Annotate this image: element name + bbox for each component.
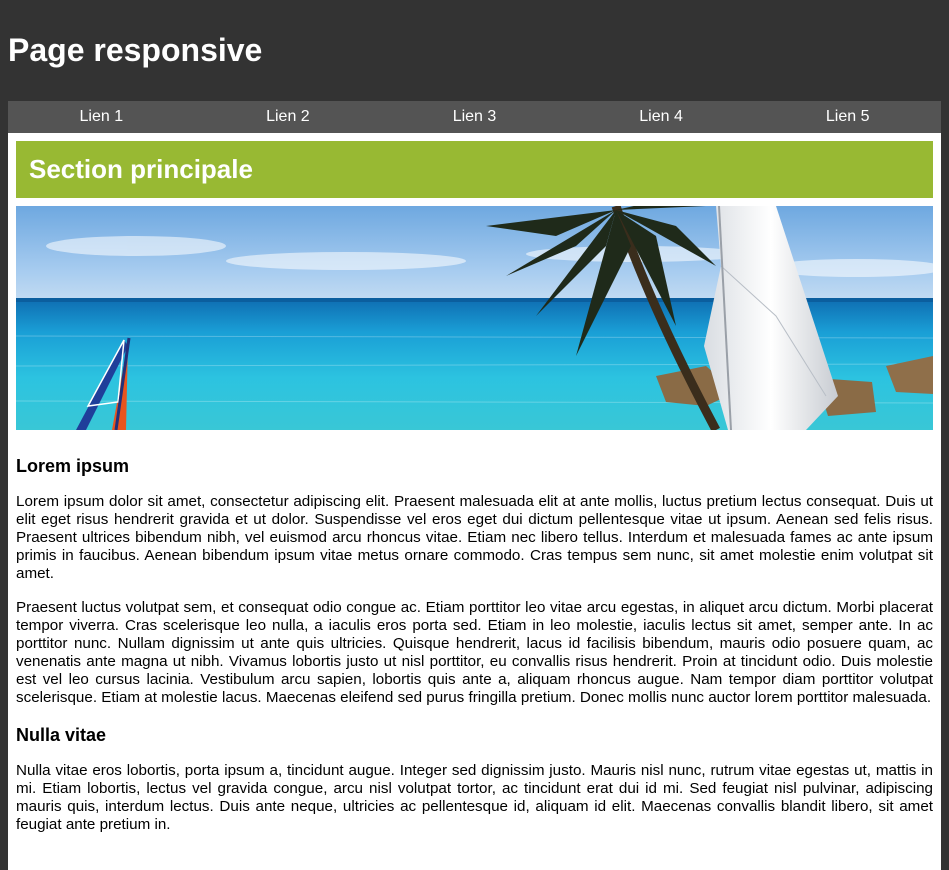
section-title: Section principale bbox=[29, 154, 253, 184]
main-section: Section principale Lorem ipsum Lorem ips… bbox=[8, 133, 941, 870]
article-heading: Nulla vitae bbox=[16, 725, 107, 745]
article-content: Lorem ipsum Lorem ipsum dolor sit amet, … bbox=[16, 455, 933, 834]
article-paragraph: Praesent luctus volutpat sem, et consequ… bbox=[16, 599, 933, 706]
nav-link-3[interactable]: Lien 3 bbox=[381, 101, 568, 133]
page-header: Page responsive bbox=[0, 0, 949, 101]
article-paragraph: Nulla vitae eros lobortis, porta ipsum a… bbox=[16, 762, 933, 833]
nav-link-1[interactable]: Lien 1 bbox=[8, 101, 195, 133]
nav-link-2[interactable]: Lien 2 bbox=[195, 101, 382, 133]
page-title: Page responsive bbox=[8, 32, 263, 68]
article-heading: Lorem ipsum bbox=[16, 456, 130, 476]
nav-link-5[interactable]: Lien 5 bbox=[754, 101, 941, 133]
section-banner: Section principale bbox=[16, 141, 933, 198]
article-paragraph: Lorem ipsum dolor sit amet, consectetur … bbox=[16, 493, 933, 582]
nav-link-4[interactable]: Lien 4 bbox=[568, 101, 755, 133]
hero-image bbox=[16, 206, 933, 430]
main-nav: Lien 1 Lien 2 Lien 3 Lien 4 Lien 5 bbox=[8, 101, 941, 133]
